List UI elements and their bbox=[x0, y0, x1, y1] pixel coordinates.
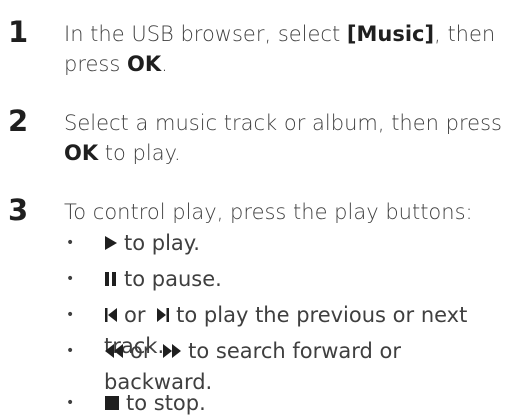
bullet-play: • to play. bbox=[0, 228, 507, 259]
bullet-marker: • bbox=[66, 271, 75, 287]
fast-forward-icon bbox=[162, 337, 182, 367]
bullet-text: to pause. bbox=[124, 267, 222, 291]
music-label: [Music] bbox=[346, 22, 435, 46]
step-number: 2 bbox=[8, 104, 29, 138]
step-2: 2 Select a music track or album, then pr… bbox=[0, 104, 507, 168]
play-icon bbox=[104, 229, 118, 259]
bullet-text: to stop. bbox=[126, 391, 206, 415]
bullet-marker: • bbox=[66, 395, 75, 411]
step-text-pre: In the USB browser, select bbox=[64, 22, 347, 46]
step-number: 3 bbox=[8, 193, 29, 227]
step-1: 1 In the USB browser, select [Music], th… bbox=[0, 15, 507, 79]
bullet-marker: • bbox=[66, 235, 75, 251]
or-text: or bbox=[124, 303, 146, 327]
step-text-post: . bbox=[161, 52, 168, 76]
bullet-pause: • to pause. bbox=[0, 264, 507, 295]
step-text: To control play, press the play buttons: bbox=[64, 200, 473, 224]
bullet-marker: • bbox=[66, 307, 75, 323]
ok-key-label: OK bbox=[126, 52, 162, 76]
step-text-pre: Select a music track or album, then pres… bbox=[64, 111, 502, 135]
bullet-stop: • to stop. bbox=[0, 388, 507, 419]
step-text-post: to play. bbox=[98, 141, 181, 165]
pause-icon bbox=[104, 265, 118, 295]
step-3: 3 To control play, press the play button… bbox=[0, 193, 507, 227]
or-text: or bbox=[130, 339, 152, 363]
stop-icon bbox=[104, 389, 120, 419]
ok-key-label: OK bbox=[64, 141, 99, 165]
next-icon bbox=[156, 301, 170, 331]
step-number: 1 bbox=[8, 15, 29, 49]
bullet-text: to play. bbox=[124, 231, 200, 255]
previous-icon bbox=[104, 301, 118, 331]
bullet-marker: • bbox=[66, 343, 75, 359]
rewind-icon bbox=[104, 337, 124, 367]
instructions-document: 1 In the USB browser, select [Music], th… bbox=[0, 0, 507, 415]
